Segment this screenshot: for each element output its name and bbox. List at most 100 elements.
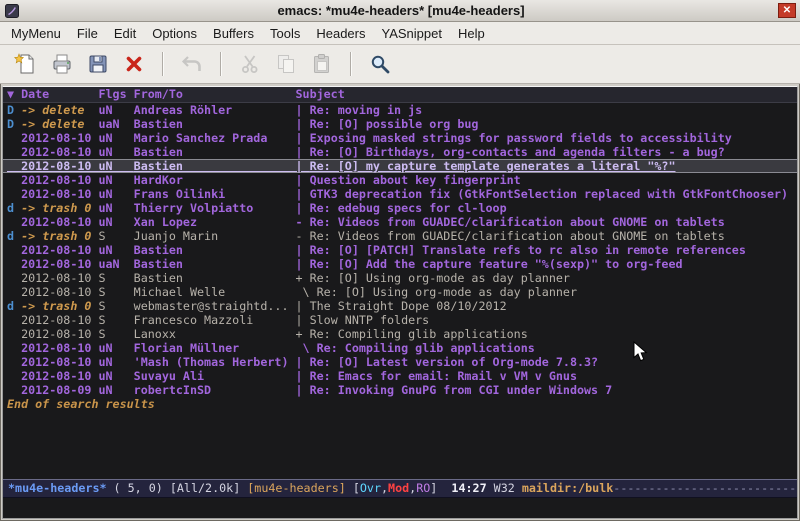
from-cell: Bastien bbox=[134, 271, 296, 285]
mark-cell bbox=[7, 131, 21, 145]
from-cell: HardKor bbox=[134, 173, 296, 187]
close-button[interactable] bbox=[116, 48, 152, 80]
modeline-time: 14:27 bbox=[451, 481, 493, 495]
subject-cell: Re: Videos from GUADEC/clarification abo… bbox=[310, 229, 725, 243]
message-row[interactable]: D -> delete uN Andreas Röhler | Re: movi… bbox=[3, 103, 797, 117]
undo-button[interactable] bbox=[174, 48, 210, 80]
message-row[interactable]: 2012-08-10 uN Suvayu Ali | Re: Emacs for… bbox=[3, 369, 797, 383]
subject-cell: Exposing masked strings for password fie… bbox=[310, 131, 732, 145]
date-cell: 2012-08-10 bbox=[21, 159, 98, 173]
subject-cell: Re: edebug specs for cl-loop bbox=[310, 201, 507, 215]
thread-cell: - bbox=[296, 215, 310, 229]
flags-cell: uN bbox=[98, 243, 133, 257]
message-row[interactable]: 2012-08-10 uN Mario Sanchez Prada | Expo… bbox=[3, 131, 797, 145]
menu-buffers[interactable]: Buffers bbox=[205, 23, 262, 44]
thread-cell: | bbox=[296, 369, 310, 383]
thread-cell: | bbox=[296, 383, 310, 397]
close-button[interactable]: ✕ bbox=[778, 3, 796, 18]
flags-cell: S bbox=[98, 285, 133, 299]
modeline-path: maildir:/bulk bbox=[522, 481, 613, 495]
emacs-frame: ▼ Date Flgs From/To Subject D -> delete … bbox=[2, 86, 798, 519]
thread-cell: | bbox=[296, 173, 310, 187]
copy-button[interactable] bbox=[268, 48, 304, 80]
from-cell: Suvayu Ali bbox=[134, 369, 296, 383]
message-row[interactable]: d -> trash 0 S webmaster@straightd... | … bbox=[3, 299, 797, 313]
echo-area[interactable] bbox=[3, 498, 797, 518]
date-cell: -> trash 0 bbox=[21, 229, 98, 243]
message-row[interactable]: 2012-08-10 uN Bastien | Re: [O] [PATCH] … bbox=[3, 243, 797, 257]
paste-icon bbox=[310, 52, 334, 76]
from-cell: Bastien bbox=[134, 145, 296, 159]
message-row[interactable]: 2012-08-10 S Francesco Mazzoli | Slow NN… bbox=[3, 313, 797, 327]
tool-bar bbox=[0, 45, 800, 84]
undo-icon bbox=[180, 52, 204, 76]
menu-options[interactable]: Options bbox=[144, 23, 205, 44]
date-cell: 2012-08-10 bbox=[21, 215, 98, 229]
mark-cell: D bbox=[7, 117, 21, 131]
message-row[interactable]: D -> delete uaN Bastien | Re: [O] possib… bbox=[3, 117, 797, 131]
message-row[interactable]: 2012-08-10 uN HardKor | Question about k… bbox=[3, 173, 797, 187]
message-row[interactable]: 2012-08-10 uaN Bastien | Re: [O] Add the… bbox=[3, 257, 797, 271]
subject-cell: Re: [O] Birthdays, org-contacts and agen… bbox=[310, 145, 725, 159]
menu-tools[interactable]: Tools bbox=[262, 23, 308, 44]
mark-cell bbox=[7, 145, 21, 159]
menu-mymenu[interactable]: MyMenu bbox=[3, 23, 69, 44]
mark-cell bbox=[7, 187, 21, 201]
toolbar-separator bbox=[162, 52, 164, 76]
message-row[interactable]: 2012-08-10 uN Frans Oilinki | GTK3 depre… bbox=[3, 187, 797, 201]
flags-cell: S bbox=[98, 271, 133, 285]
mark-cell bbox=[7, 285, 21, 299]
close-icon: ✕ bbox=[783, 5, 791, 16]
subject-cell: Re: [O] possible org bug bbox=[310, 117, 479, 131]
from-cell: webmaster@straightd... bbox=[134, 299, 296, 313]
mark-cell: d bbox=[7, 299, 21, 313]
mark-cell bbox=[7, 243, 21, 257]
menu-headers[interactable]: Headers bbox=[308, 23, 373, 44]
title-bar[interactable]: emacs: *mu4e-headers* [mu4e-headers] ✕ bbox=[0, 0, 800, 22]
new-file-button[interactable] bbox=[8, 48, 44, 80]
from-cell: Michael Welle bbox=[134, 285, 296, 299]
message-row[interactable]: 2012-08-10 uN Bastien | Re: [O] Birthday… bbox=[3, 145, 797, 159]
modeline-mod: Mod bbox=[388, 481, 409, 495]
date-cell: 2012-08-10 bbox=[21, 327, 98, 341]
thread-cell: | bbox=[296, 299, 310, 313]
date-cell: -> delete bbox=[21, 103, 98, 117]
message-row[interactable]: 2012-08-10 uN Florian Müllner \ Re: Comp… bbox=[3, 341, 797, 355]
menu-file[interactable]: File bbox=[69, 23, 106, 44]
save-button[interactable] bbox=[80, 48, 116, 80]
from-cell: 'Mash (Thomas Herbert) bbox=[134, 355, 296, 369]
message-row[interactable]: 2012-08-10 uN Bastien | Re: [O] my captu… bbox=[3, 159, 797, 173]
mode-line[interactable]: *mu4e-headers* ( 5, 0) [All/2.0k] [mu4e-… bbox=[3, 479, 797, 498]
message-row[interactable]: 2012-08-10 S Lanoxx + Re: Compiling glib… bbox=[3, 327, 797, 341]
subject-cell: The Straight Dope 08/10/2012 bbox=[310, 299, 507, 313]
emacs-window: emacs: *mu4e-headers* [mu4e-headers] ✕ M… bbox=[0, 0, 800, 521]
message-row[interactable]: 2012-08-10 S Bastien + Re: [O] Using org… bbox=[3, 271, 797, 285]
paste-button[interactable] bbox=[304, 48, 340, 80]
flags-cell: uN bbox=[98, 103, 133, 117]
mark-cell bbox=[7, 369, 21, 383]
search-button[interactable] bbox=[362, 48, 398, 80]
message-row[interactable]: d -> trash 0 uN Thierry Volpiatto | Re: … bbox=[3, 201, 797, 215]
from-cell: Bastien bbox=[134, 117, 296, 131]
flags-cell: uN bbox=[98, 131, 133, 145]
cut-icon bbox=[238, 52, 262, 76]
mark-cell bbox=[7, 313, 21, 327]
flags-cell: uN bbox=[98, 173, 133, 187]
subject-cell: GTK3 deprecation fix (GtkFontSelection r… bbox=[310, 187, 788, 201]
menu-yasnippet[interactable]: YASnippet bbox=[373, 23, 449, 44]
print-button[interactable] bbox=[44, 48, 80, 80]
message-row[interactable]: d -> trash 0 S Juanjo Marin - Re: Videos… bbox=[3, 229, 797, 243]
message-row[interactable]: 2012-08-10 S Michael Welle \ Re: [O] Usi… bbox=[3, 285, 797, 299]
menu-help[interactable]: Help bbox=[450, 23, 493, 44]
copy-icon bbox=[274, 52, 298, 76]
date-cell: -> trash 0 bbox=[21, 299, 98, 313]
cut-button[interactable] bbox=[232, 48, 268, 80]
message-row[interactable]: 2012-08-10 uN Xan Lopez - Re: Videos fro… bbox=[3, 215, 797, 229]
thread-cell: | bbox=[296, 243, 310, 257]
from-cell: Bastien bbox=[134, 243, 296, 257]
message-row[interactable]: 2012-08-09 uN robertcInSD | Re: Invoking… bbox=[3, 383, 797, 397]
flags-cell: uN bbox=[98, 383, 133, 397]
window-title: emacs: *mu4e-headers* [mu4e-headers] bbox=[24, 3, 778, 18]
message-row[interactable]: 2012-08-10 uN 'Mash (Thomas Herbert) | R… bbox=[3, 355, 797, 369]
menu-edit[interactable]: Edit bbox=[106, 23, 144, 44]
